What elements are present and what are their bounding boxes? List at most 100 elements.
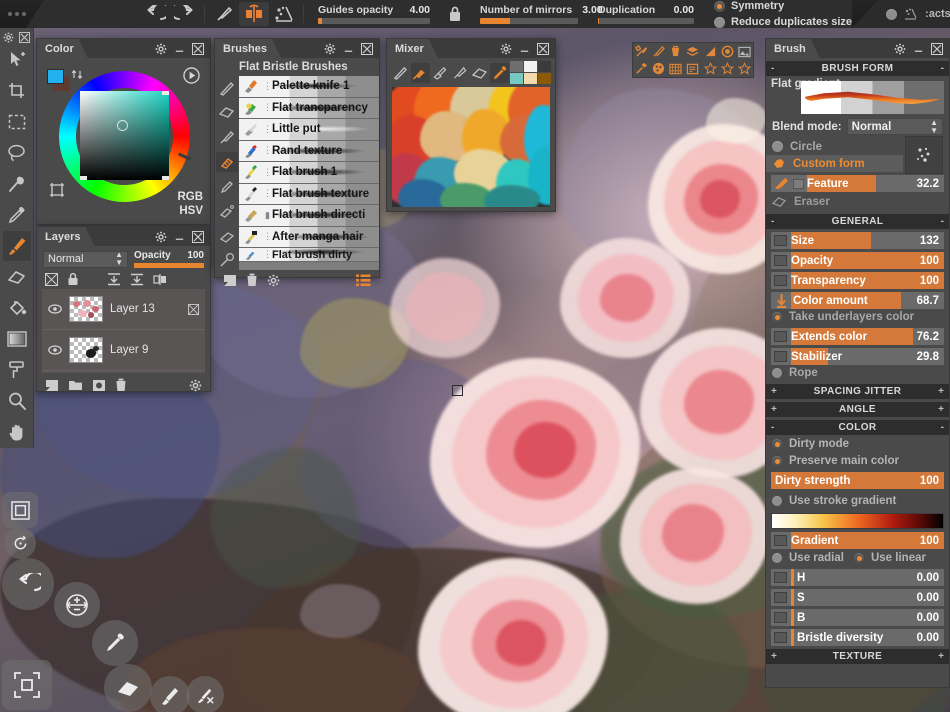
dirty-mode-radio[interactable] — [772, 439, 782, 449]
brush-panel-minimize-icon[interactable] — [913, 43, 924, 54]
layers-panel-minimize-icon[interactable] — [174, 231, 185, 242]
note-icon[interactable] — [684, 60, 701, 77]
texture-section-header[interactable]: + TEXTURE + — [766, 649, 949, 664]
dirty-strength-row[interactable]: Dirty strength 100 — [771, 472, 944, 489]
brushes-panel-close-icon[interactable] — [361, 43, 373, 55]
eraser-button[interactable] — [104, 664, 152, 712]
gradient-checkbox[interactable] — [774, 535, 787, 546]
extends-color-param-row[interactable]: Extends color 76.2 — [771, 328, 944, 345]
reduce-duplicates-radio[interactable] — [714, 17, 725, 28]
opacity-checkbox[interactable] — [774, 255, 787, 266]
brush-list-item[interactable]: ⋮ After manga hair — [239, 227, 379, 249]
mixer-eraser-tool-icon[interactable] — [470, 63, 489, 83]
color-play-icon[interactable] — [183, 67, 200, 84]
fill-bucket-tool[interactable] — [3, 293, 31, 323]
feature-brush-icon[interactable] — [774, 178, 789, 189]
star-icon[interactable] — [736, 60, 753, 77]
bristle-diversity-param-row[interactable]: Bristle diversity 0.00 — [771, 629, 944, 646]
radial-linear-row[interactable]: Use radial Use linear — [766, 549, 949, 566]
symmetry-radio[interactable] — [714, 1, 725, 12]
mixer-eyedropper-icon[interactable] — [490, 63, 509, 83]
mixer-brush-tool-icon[interactable] — [411, 63, 430, 83]
circle-radio[interactable] — [772, 141, 783, 152]
swap-colors-icon[interactable] — [71, 68, 84, 81]
scatter-tool-icon[interactable] — [269, 2, 299, 26]
undo-button[interactable] — [2, 558, 54, 610]
layers-settings-gear-icon[interactable] — [189, 379, 202, 392]
preserve-main-color-radio[interactable] — [772, 456, 782, 466]
brush-settings-gear-icon[interactable] — [267, 274, 280, 287]
brush-button[interactable] — [150, 676, 190, 712]
preserve-main-color-row[interactable]: Preserve main color — [766, 452, 949, 469]
brush-panel-close-icon[interactable] — [931, 43, 943, 55]
color-section-header[interactable]: - COLOR - — [766, 420, 949, 435]
color-panel-close-icon[interactable] — [192, 43, 204, 55]
grid-icon[interactable] — [667, 60, 684, 77]
hue-param-row[interactable]: H 0.00 — [771, 569, 944, 586]
opacity-param-row[interactable]: Opacity 100 — [771, 252, 944, 269]
foreground-color-swatch[interactable] — [47, 69, 64, 84]
brushes-panel-minimize-icon[interactable] — [343, 43, 354, 54]
color-amount-icon[interactable] — [774, 295, 789, 306]
general-section-header[interactable]: - GENERAL - — [766, 214, 949, 229]
rope-option-row[interactable]: Rope — [766, 365, 949, 381]
layer-mask-icon[interactable] — [188, 304, 199, 315]
mirror-tool-icon[interactable] — [239, 2, 269, 26]
merge-all-icon[interactable] — [130, 273, 144, 286]
guides-opacity-slider[interactable]: Guides opacity 4.00 — [318, 4, 430, 24]
marquee-select-tool[interactable] — [3, 107, 31, 137]
brush-list-item[interactable]: ▮ Flat brush directi — [239, 205, 379, 227]
fullscreen-button[interactable] — [2, 660, 52, 710]
color-panel-gear-icon[interactable] — [155, 43, 167, 55]
brushes-panel-titlebar[interactable]: Brushes — [215, 39, 379, 58]
brush-list-item[interactable]: ⋮ Flat brush texture — [239, 184, 379, 206]
use-stroke-gradient-row[interactable]: Use stroke gradient — [766, 492, 949, 509]
brushes-panel-gear-icon[interactable] — [324, 43, 336, 55]
cursor-add-tool[interactable] — [3, 45, 31, 75]
airbrush-category-icon[interactable] — [216, 201, 238, 221]
eraser-tool[interactable] — [3, 262, 31, 292]
gradient-param-row[interactable]: Gradient 100 — [771, 532, 944, 549]
symmetry-toggle[interactable]: Symmetry — [714, 0, 852, 13]
layer-visibility-icon[interactable] — [48, 345, 62, 355]
brush-form-preview[interactable] — [801, 81, 944, 114]
new-group-icon[interactable] — [68, 379, 83, 391]
brush-list-item[interactable]: ⋮ Rand texture — [239, 141, 379, 163]
roller-category-icon[interactable] — [216, 226, 238, 246]
left-toolbar-close-icon[interactable] — [19, 32, 30, 43]
circle-icon[interactable] — [719, 43, 736, 60]
star-icon[interactable] — [702, 60, 719, 77]
size-checkbox[interactable] — [774, 235, 787, 246]
knife-icon[interactable] — [650, 43, 667, 60]
attracts-to-centre-toggle[interactable]: :acts to centre — [886, 8, 950, 21]
delete-layer-icon[interactable] — [115, 378, 127, 392]
mixer-panel-close-icon[interactable] — [537, 43, 549, 55]
saturation-value-square[interactable] — [80, 91, 169, 180]
bristle-brush-category-icon[interactable] — [216, 152, 238, 172]
eyedropper-tool[interactable] — [3, 200, 31, 230]
reduce-duplicates-toggle[interactable]: Reduce duplicates size — [714, 16, 852, 29]
brush-settings-button[interactable] — [186, 676, 224, 712]
eraser-option-row[interactable]: Eraser — [766, 192, 949, 211]
saturation-checkbox[interactable] — [774, 592, 787, 603]
transparency-param-row[interactable]: Transparency 100 — [771, 272, 944, 289]
redo-icon[interactable] — [170, 2, 200, 26]
brush-list-item[interactable]: ⋮ Flat brush 1 — [239, 162, 379, 184]
size-param-row[interactable]: Size 132 — [771, 232, 944, 249]
rgb-mode-label[interactable]: RGB — [177, 190, 203, 204]
color-amount-param-row[interactable]: Color amount 68.7 — [771, 292, 944, 309]
lasso-tool[interactable] — [3, 138, 31, 168]
image-icon[interactable] — [736, 43, 753, 60]
layer-row-9[interactable]: Layer 9 — [42, 330, 205, 371]
stabilizer-param-row[interactable]: Stabilizer 29.8 — [771, 348, 944, 365]
tools-icon[interactable] — [633, 43, 650, 60]
saturation-param-row[interactable]: S 0.00 — [771, 589, 944, 606]
brush-list-view-icon[interactable] — [356, 274, 371, 287]
mixer-pen-tool-icon[interactable] — [391, 63, 410, 83]
pencil-category-icon[interactable] — [216, 177, 238, 197]
resize-button[interactable] — [54, 582, 100, 628]
merge-down-icon[interactable] — [107, 273, 121, 286]
stabilizer-checkbox[interactable] — [774, 351, 787, 362]
layer-visibility-icon[interactable] — [48, 304, 62, 314]
lock-icon[interactable] — [440, 2, 470, 26]
